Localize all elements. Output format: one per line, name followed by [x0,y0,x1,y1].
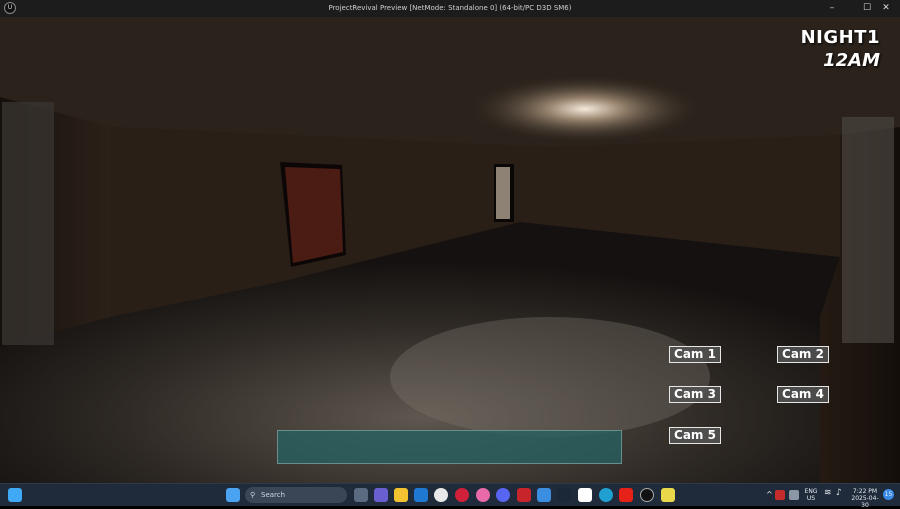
discord-icon[interactable] [496,488,510,502]
floor-reflection [390,317,710,437]
edge-icon[interactable] [599,488,613,502]
tray-app-icon[interactable] [775,490,785,500]
volume-icon[interactable]: ♪ [836,489,842,498]
corridor-scene [0,17,900,483]
search-label: Search [261,491,286,499]
start-icon[interactable] [226,488,240,502]
close-button[interactable]: ✕ [872,1,900,15]
cam-4-button[interactable]: Cam 4 [777,386,829,403]
youtube-icon[interactable] [619,488,633,502]
clock-date: 2025-04-30 [851,495,879,509]
opera-icon[interactable] [455,488,469,502]
language-label: ENG [804,488,818,495]
time-label: 12AM [823,50,880,71]
clock-time: 7:22 PM [852,488,878,495]
night-clock-hud: NIGHT1 12AM [801,27,880,71]
game-viewport[interactable]: NIGHT1 12AM Cam 1 Cam 2 Cam 3 Cam 4 Cam … [0,17,900,483]
keyboard-icon[interactable] [789,490,799,500]
night-label: NIGHT1 [800,27,880,48]
outlook-icon[interactable] [414,488,428,502]
ceiling [0,17,900,147]
task-view-icon[interactable] [354,488,368,502]
unreal-editor-icon[interactable] [640,488,654,502]
window-title: ProjectRevival Preview [NetMode: Standal… [328,4,572,12]
window-titlebar[interactable]: U ProjectRevival Preview [NetMode: Stand… [0,0,900,17]
cam-3-button[interactable]: Cam 3 [669,386,721,403]
steam-icon[interactable] [557,488,571,502]
store-icon[interactable] [537,488,551,502]
wifi-icon[interactable]: ≋ [824,489,832,498]
cam-5-button[interactable]: Cam 5 [669,427,721,444]
notification-badge[interactable]: 15 [883,489,894,500]
notion-icon[interactable] [578,488,592,502]
minimize-button[interactable]: – [818,1,846,15]
left-wall-panel [2,102,54,345]
app-red-icon[interactable] [517,488,531,502]
cam-2-button[interactable]: Cam 2 [777,346,829,363]
widgets-icon[interactable] [8,488,22,502]
search-icon: ⚲ [250,491,256,499]
region-label: US [806,495,816,502]
file-explorer-icon[interactable] [394,488,408,502]
cam-1-button[interactable]: Cam 1 [669,346,721,363]
taskbar-search[interactable]: ⚲ Search [245,487,347,503]
right-wall-panel [842,117,894,343]
ceiling-light [465,74,705,144]
language-indicator[interactable]: ENG US [803,488,819,502]
door-left-panel [285,167,343,263]
itunes-icon[interactable] [476,488,490,502]
chrome-icon[interactable] [434,488,448,502]
tray-overflow-icon[interactable]: ^ [766,491,773,499]
teams-icon[interactable] [374,488,388,502]
far-doorway-light [496,167,510,219]
dialog-text-box [277,430,622,464]
windows-taskbar: ⚲ Search ^ ENG US ≋ ♪ 7:22 PM 2025-04-30… [0,483,900,509]
app-bolt-icon[interactable] [661,488,675,502]
